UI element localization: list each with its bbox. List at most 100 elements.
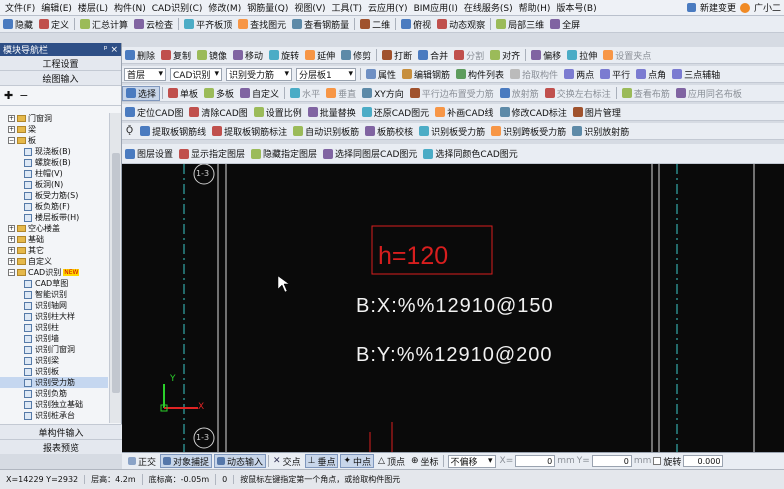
offset-select[interactable]: 不偏移 ▾: [447, 454, 496, 468]
tree-folder[interactable]: + 梁: [0, 124, 108, 135]
layer-select[interactable]: 分层板1 ▾: [296, 67, 356, 81]
toolbar4-button-9[interactable]: 交换左右标注: [542, 86, 614, 101]
toolbar2-button-7[interactable]: 打断: [379, 48, 415, 63]
toolbar6-button-5[interactable]: 识别跨板受力筋: [488, 124, 569, 139]
toolbar7-button-2[interactable]: 隐藏指定图层: [248, 146, 320, 161]
toolbar5-button-7[interactable]: 图片管理: [570, 105, 624, 120]
toolbar1-button-11[interactable]: 全屏: [547, 17, 583, 32]
perpendicular-snap[interactable]: ⊥ 垂点: [304, 454, 339, 468]
tree-item[interactable]: 现浇板(B): [0, 146, 108, 157]
menu-item-9[interactable]: 云应用(Y): [365, 1, 411, 14]
menu-item-8[interactable]: 工具(T): [329, 1, 366, 14]
toolbar4-button-6[interactable]: XY方向: [359, 86, 407, 101]
toolbar2-button-4[interactable]: 旋转: [266, 48, 302, 63]
expand-icon[interactable]: +: [8, 225, 15, 232]
collapse-icon[interactable]: −: [8, 137, 15, 144]
toolbar6-button-1[interactable]: 提取板钢筋标注: [209, 124, 290, 139]
avatar[interactable]: [739, 2, 750, 13]
expand-icon[interactable]: +: [8, 126, 15, 133]
object-snap-toggle[interactable]: 对象捕捉: [160, 454, 213, 468]
tree-folder[interactable]: − 板: [0, 135, 108, 146]
toolbar5-button-2[interactable]: 设置比例: [251, 105, 305, 120]
toolbar1-button-8[interactable]: 俯视: [398, 17, 434, 32]
toolbar5-button-6[interactable]: 修改CAD标注: [497, 105, 570, 120]
toolbar2-button-5[interactable]: 延伸: [302, 48, 338, 63]
tree-item[interactable]: 板负筋(F): [0, 201, 108, 212]
toolbar1-button-2[interactable]: 汇总计算: [77, 17, 131, 32]
toolbar2-button-2[interactable]: 镜像: [194, 48, 230, 63]
toolbar4-button-2[interactable]: 多板: [201, 86, 237, 101]
toolbar1-button-3[interactable]: 云检查: [131, 17, 176, 32]
tree-item[interactable]: 识别柱: [0, 322, 108, 333]
toolbar4-button-3[interactable]: 自定义: [237, 86, 282, 101]
category-select[interactable]: CAD识别 ▾: [170, 67, 222, 81]
tree-item[interactable]: 识别轴网: [0, 300, 108, 311]
member-list-button[interactable]: 构件列表: [453, 67, 507, 82]
tree-item[interactable]: 柱帽(V): [0, 168, 108, 179]
menu-item-12[interactable]: 帮助(H): [516, 1, 554, 14]
tree-folder[interactable]: + 空心楼盖: [0, 223, 108, 234]
tree-item[interactable]: 楼层板带(H): [0, 212, 108, 223]
toolbar6-button-0[interactable]: 提取板钢筋线: [137, 124, 209, 139]
expand-icon[interactable]: +: [8, 115, 15, 122]
two-point-button[interactable]: 两点: [561, 67, 597, 82]
toolbar1-button-5[interactable]: 查找图元: [235, 17, 289, 32]
menu-item-0[interactable]: 文件(F): [2, 1, 38, 14]
tree-scrollbar[interactable]: [109, 113, 121, 423]
pin-close-icon[interactable]: ᵖ ×: [104, 45, 118, 55]
toolbar7-button-4[interactable]: 选择同颜色CAD图元: [420, 146, 520, 161]
x-input[interactable]: 0: [515, 455, 556, 467]
tree-item[interactable]: 识别墙: [0, 333, 108, 344]
floor-select[interactable]: 首层 ▾: [124, 67, 166, 81]
toolbar2-button-0[interactable]: 删除: [122, 48, 158, 63]
three-axis-button[interactable]: 三点辅轴: [669, 67, 723, 82]
project-settings-button[interactable]: 工程设置: [0, 56, 121, 71]
expand-icon[interactable]: +: [8, 236, 15, 243]
toolbar6-grip[interactable]: Ǭ: [122, 126, 137, 136]
edit-rebar-button[interactable]: 编辑钢筋: [399, 67, 453, 82]
vertex-snap[interactable]: △ 顶点: [376, 455, 407, 468]
pick-button[interactable]: 拾取构件: [507, 67, 561, 82]
menu-item-10[interactable]: BIM应用(I): [411, 1, 461, 14]
toolbar1-button-9[interactable]: 动态观察: [434, 17, 488, 32]
menu-item-6[interactable]: 钢筋量(Q): [244, 1, 291, 14]
toolbar6-button-3[interactable]: 板筋校核: [362, 124, 416, 139]
toolbar5-button-5[interactable]: 补画CAD线: [432, 105, 496, 120]
ortho-toggle[interactable]: 正交: [126, 455, 158, 468]
tree-item[interactable]: 识别柱大样: [0, 311, 108, 322]
menu-item-5[interactable]: 修改(M): [205, 1, 244, 14]
toolbar2-button-1[interactable]: 复制: [158, 48, 194, 63]
sub-select[interactable]: 识别受力筋 ▾: [226, 67, 292, 81]
tree-item[interactable]: 识别门窗洞: [0, 344, 108, 355]
toolbar7-button-1[interactable]: 显示指定图层: [176, 146, 248, 161]
cad-drawing-canvas[interactable]: 1-3 1-3 h=120 B:X:%%12910@150 B:Y:%%1291…: [122, 164, 784, 454]
toolbar2-button-3[interactable]: 移动: [230, 48, 266, 63]
point-angle-button[interactable]: 点角: [633, 67, 669, 82]
toolbar1-button-7[interactable]: 二维: [357, 17, 393, 32]
collapse-icon[interactable]: −: [8, 269, 15, 276]
tree-item[interactable]: 识别板: [0, 366, 108, 377]
parallel-button[interactable]: 平行: [597, 67, 633, 82]
attr-button[interactable]: 属性: [363, 67, 399, 82]
toolbar4-button-5[interactable]: 垂直: [323, 86, 359, 101]
toolbar7-button-3[interactable]: 选择同图层CAD图元: [320, 146, 420, 161]
tree-item[interactable]: 智能识别: [0, 289, 108, 300]
toolbar4-button-7[interactable]: 平行边布置受力筋: [407, 86, 497, 101]
tree-folder[interactable]: + 门窗洞: [0, 113, 108, 124]
toolbar2-button-11[interactable]: 偏移: [528, 48, 564, 63]
tree-item[interactable]: CAD草图: [0, 278, 108, 289]
tree-folder[interactable]: − CAD识别 NEW: [0, 267, 108, 278]
menu-item-1[interactable]: 编辑(E): [38, 1, 75, 14]
rotate-input[interactable]: 0.000: [683, 455, 724, 467]
toolbar4-button-10[interactable]: 查看布筋: [619, 86, 673, 101]
toolbar2-button-9[interactable]: 分割: [451, 48, 487, 63]
expand-icon[interactable]: +: [8, 258, 15, 265]
menu-item-3[interactable]: 构件(N): [111, 1, 149, 14]
toolbar2-button-10[interactable]: 对齐: [487, 48, 523, 63]
midpoint-snap[interactable]: ✦ 中点: [340, 454, 375, 468]
toolbar4-button-1[interactable]: 单板: [165, 86, 201, 101]
toolbar1-button-10[interactable]: 局部三维: [493, 17, 547, 32]
menu-item-2[interactable]: 楼层(L): [75, 1, 111, 14]
toolbar1-button-0[interactable]: 隐藏: [0, 17, 36, 32]
tree-folder[interactable]: + 基础: [0, 234, 108, 245]
